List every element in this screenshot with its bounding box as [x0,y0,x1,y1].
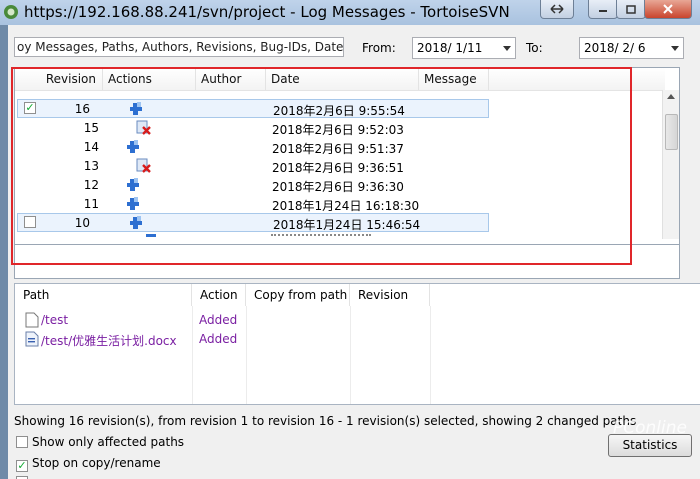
scroll-up-icon[interactable] [667,94,675,99]
maximize-icon [626,4,636,14]
status-summary: Showing 16 revision(s), from revision 1 … [14,414,637,428]
column-divider [350,306,351,404]
window-title: https://192.168.88.241/svn/project - Log… [24,3,510,21]
word-document-icon [25,331,39,347]
search-filter-input[interactable]: oy Messages, Paths, Authors, Revisions, … [14,37,344,57]
highlight-annotation [11,67,632,265]
show-only-affected-label: Show only affected paths [32,435,185,449]
column-revision[interactable]: Revision [350,284,430,306]
restore-icon [550,4,564,14]
path-action: Added [199,332,238,346]
column-divider [192,306,193,404]
scrollbar-thumb[interactable] [665,114,678,150]
to-label: To: [526,41,543,55]
filter-bar: oy Messages, Paths, Authors, Revisions, … [8,35,700,61]
stop-on-copy-label: Stop on copy/rename [32,456,161,470]
stop-on-copy-checkbox[interactable]: ✓ [16,460,28,472]
chevron-down-icon [671,46,679,51]
close-button[interactable] [644,0,692,19]
column-path[interactable]: Path [15,284,192,306]
from-label: From: [362,41,396,55]
tortoisesvn-icon [4,5,18,19]
log-list-scrollbar[interactable] [662,90,679,258]
to-date-picker[interactable]: 2018/ 2/ 6 [579,37,684,59]
path-value: /test/优雅生活计划.docx [41,334,177,348]
statistics-button[interactable]: Statistics [608,434,692,457]
chevron-down-icon [503,46,511,51]
minimize-icon [599,10,607,12]
column-divider [430,306,431,404]
stop-on-copy-option[interactable]: ✓ Stop on copy/rename [16,456,161,472]
show-only-affected-option[interactable]: Show only affected paths [16,435,184,449]
minimize-button[interactable] [588,0,618,19]
clipped-option-row[interactable] [16,475,32,479]
log-messages-window: https://192.168.88.241/svn/project - Log… [0,0,700,479]
close-icon [663,4,673,14]
maximize-button[interactable] [616,0,646,19]
show-only-affected-checkbox[interactable] [16,436,28,448]
from-date-value: 2018/ 1/11 [417,41,483,55]
file-icon [25,312,39,328]
column-divider [246,306,247,404]
to-date-value: 2018/ 2/ 6 [584,41,646,55]
path-action: Added [199,313,238,327]
changed-paths-list[interactable]: Path Action Copy from path Revision /tes… [14,283,700,405]
title-bar[interactable]: https://192.168.88.241/svn/project - Log… [0,0,700,25]
path-value: /test [41,313,69,327]
column-copy-from-path[interactable]: Copy from path [246,284,350,306]
from-date-picker[interactable]: 2018/ 1/11 [412,37,516,59]
restore-window-button[interactable] [540,0,574,19]
column-action[interactable]: Action [192,284,246,306]
